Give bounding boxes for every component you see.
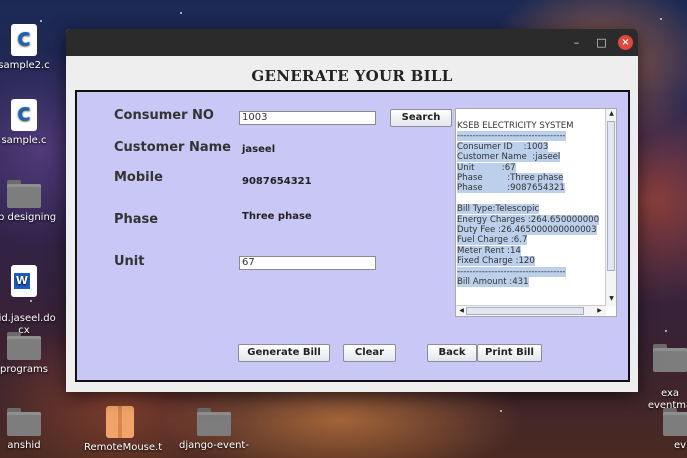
- scroll-down-icon[interactable]: ▼: [606, 295, 616, 302]
- receipt-line: -----------------------------------: [457, 131, 566, 142]
- package-icon: [106, 406, 134, 438]
- window-titlebar[interactable]: – □ ×: [66, 29, 638, 56]
- desktop-icon-label: eb designing: [0, 212, 57, 223]
- receipt-line: Energy Charges :264.650000000: [457, 214, 600, 225]
- back-button[interactable]: Back: [427, 344, 477, 362]
- desktop-icon-label: ev: [673, 440, 687, 451]
- customer-name-value: jaseel: [242, 144, 276, 155]
- word-document-icon: W: [11, 265, 37, 297]
- desktop-icon-remotemouse[interactable]: RemoteMouse.t: [84, 406, 162, 454]
- receipt-line: Bill Type:Telescopic: [457, 204, 540, 215]
- generate-bill-button[interactable]: Generate Bill: [238, 344, 330, 362]
- desktop-icon-sample[interactable]: C sample.c: [0, 99, 60, 147]
- folder-icon: [7, 180, 41, 208]
- scroll-up-icon[interactable]: ▲: [606, 110, 616, 117]
- folder-icon: [7, 332, 41, 360]
- unit-label: Unit: [114, 254, 145, 269]
- phase-label: Phase: [114, 212, 159, 227]
- unit-input[interactable]: 67: [239, 256, 376, 270]
- scroll-thumb[interactable]: [607, 121, 615, 271]
- mobile-label: Mobile: [114, 170, 163, 185]
- customer-name-label: Customer Name: [114, 140, 231, 155]
- bill-window: – □ × GENERATE YOUR BILL Consumer NO 100…: [66, 29, 638, 392]
- desktop-icon-label: sample2.c: [0, 60, 50, 71]
- receipt-line: Bill Amount :431: [457, 277, 529, 288]
- page-title: GENERATE YOUR BILL: [251, 67, 453, 85]
- desktop-icon-web-designing[interactable]: eb designing: [0, 180, 60, 224]
- desktop-icon-programs[interactable]: programs: [0, 332, 60, 376]
- desktop-icon-label: programs: [0, 364, 48, 375]
- receipt-line: Phase :Three phase: [457, 173, 564, 184]
- desktop-icon-label: anshid: [7, 440, 41, 451]
- desktop-icon-django-event[interactable]: django-event-: [178, 408, 250, 452]
- receipt-line: Consumer ID :1003: [457, 141, 549, 152]
- desktop-icon-docx[interactable]: W hid.jaseel.do cx: [0, 253, 60, 337]
- bill-receipt-textarea[interactable]: KSEB ELECTRICITY SYSTEM -----------------…: [455, 108, 617, 317]
- receipt-line: Meter Rent :14: [457, 245, 521, 256]
- folder-icon: [7, 408, 41, 436]
- mobile-value: 9087654321: [242, 176, 312, 187]
- phase-value: Three phase: [242, 211, 312, 222]
- star: [40, 20, 42, 22]
- vertical-scrollbar[interactable]: ▲ ▼: [605, 109, 616, 306]
- star: [660, 18, 662, 20]
- horizontal-scrollbar[interactable]: ◀ ▶: [456, 305, 606, 316]
- consumer-no-label: Consumer NO: [114, 108, 214, 123]
- receipt-line: Customer Name :jaseel: [457, 152, 561, 163]
- bill-form-panel: Consumer NO 1003 Search Customer Name ja…: [75, 90, 630, 382]
- consumer-no-input[interactable]: 1003: [239, 111, 376, 125]
- desktop-icon-label: RemoteMouse.t: [84, 442, 163, 453]
- desktop-icon-event-management[interactable]: exa eventma: [640, 332, 687, 412]
- desktop-icon-label: django-event-: [179, 440, 249, 451]
- receipt-line: [457, 194, 605, 204]
- receipt-line: KSEB ELECTRICITY SYSTEM: [457, 121, 574, 131]
- desktop-icon-label: sample.c: [1, 135, 47, 146]
- c-file-icon: C: [11, 99, 37, 131]
- maximize-icon[interactable]: □: [594, 35, 609, 50]
- receipt-line: Duty Fee :26.465000000000003: [457, 225, 597, 236]
- folder-icon: [653, 344, 687, 372]
- folder-icon: [663, 408, 687, 436]
- receipt-line: Unit :67: [457, 162, 516, 173]
- scroll-right-icon[interactable]: ▶: [594, 307, 605, 314]
- receipt-line: Phase :9087654321: [457, 183, 565, 194]
- close-icon[interactable]: ×: [618, 35, 633, 50]
- desktop-icon-ev[interactable]: ev: [660, 408, 687, 452]
- desktop-icon-anshid[interactable]: anshid: [0, 408, 60, 452]
- search-button[interactable]: Search: [390, 109, 452, 127]
- receipt-line: Fuel Charge :6.7: [457, 235, 528, 246]
- desktop-icon-sample2[interactable]: C sample2.c: [0, 24, 60, 72]
- minimize-icon[interactable]: –: [569, 35, 584, 50]
- star: [180, 12, 182, 14]
- print-bill-button[interactable]: Print Bill: [477, 344, 542, 362]
- receipt-line: -----------------------------------: [457, 266, 566, 277]
- scroll-thumb[interactable]: [466, 307, 584, 315]
- folder-icon: [197, 408, 231, 436]
- bill-receipt-text: KSEB ELECTRICITY SYSTEM -----------------…: [457, 121, 605, 288]
- c-file-icon: C: [11, 24, 37, 56]
- clear-button[interactable]: Clear: [343, 344, 396, 362]
- star: [500, 410, 502, 412]
- receipt-line: Fixed Charge :120: [457, 256, 535, 267]
